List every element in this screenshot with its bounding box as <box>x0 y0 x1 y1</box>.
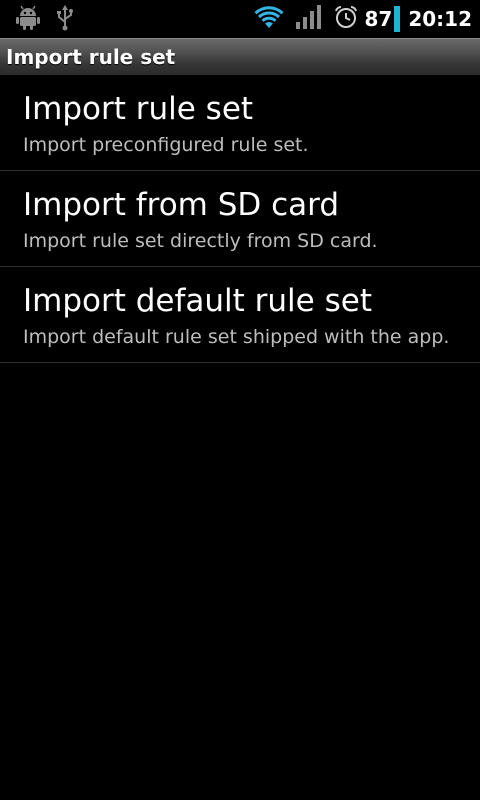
list-item-summary: Import rule set directly from SD card. <box>23 230 378 252</box>
list-item-title: Import from SD card <box>23 187 340 223</box>
status-bar-system: 87 20:12 <box>254 0 472 38</box>
list-item-import-from-sd-card[interactable]: Import from SD card Import rule set dire… <box>0 171 480 267</box>
wifi-icon <box>254 5 285 33</box>
signal-icon <box>296 5 322 33</box>
list-item-title: Import default rule set <box>23 283 372 319</box>
clock: 20:12 <box>408 7 472 31</box>
list-item-summary: Import default rule set shipped with the… <box>23 326 450 348</box>
status-bar: 87 20:12 <box>0 0 480 38</box>
battery-icon <box>394 6 401 32</box>
battery-level: 87 <box>364 7 393 31</box>
list-item-title: Import rule set <box>23 91 254 127</box>
title-bar: Import rule set <box>0 38 480 75</box>
usb-icon <box>56 5 74 35</box>
list-item-import-default-rule-set[interactable]: Import default rule set Import default r… <box>0 267 480 363</box>
preference-list: Import rule set Import preconfigured rul… <box>0 75 480 363</box>
page-title: Import rule set <box>6 45 176 69</box>
android-debug-icon <box>16 5 40 35</box>
list-item-summary: Import preconfigured rule set. <box>23 134 309 156</box>
list-item-import-rule-set[interactable]: Import rule set Import preconfigured rul… <box>0 75 480 171</box>
alarm-icon <box>334 5 358 33</box>
status-bar-notifications <box>16 5 74 35</box>
